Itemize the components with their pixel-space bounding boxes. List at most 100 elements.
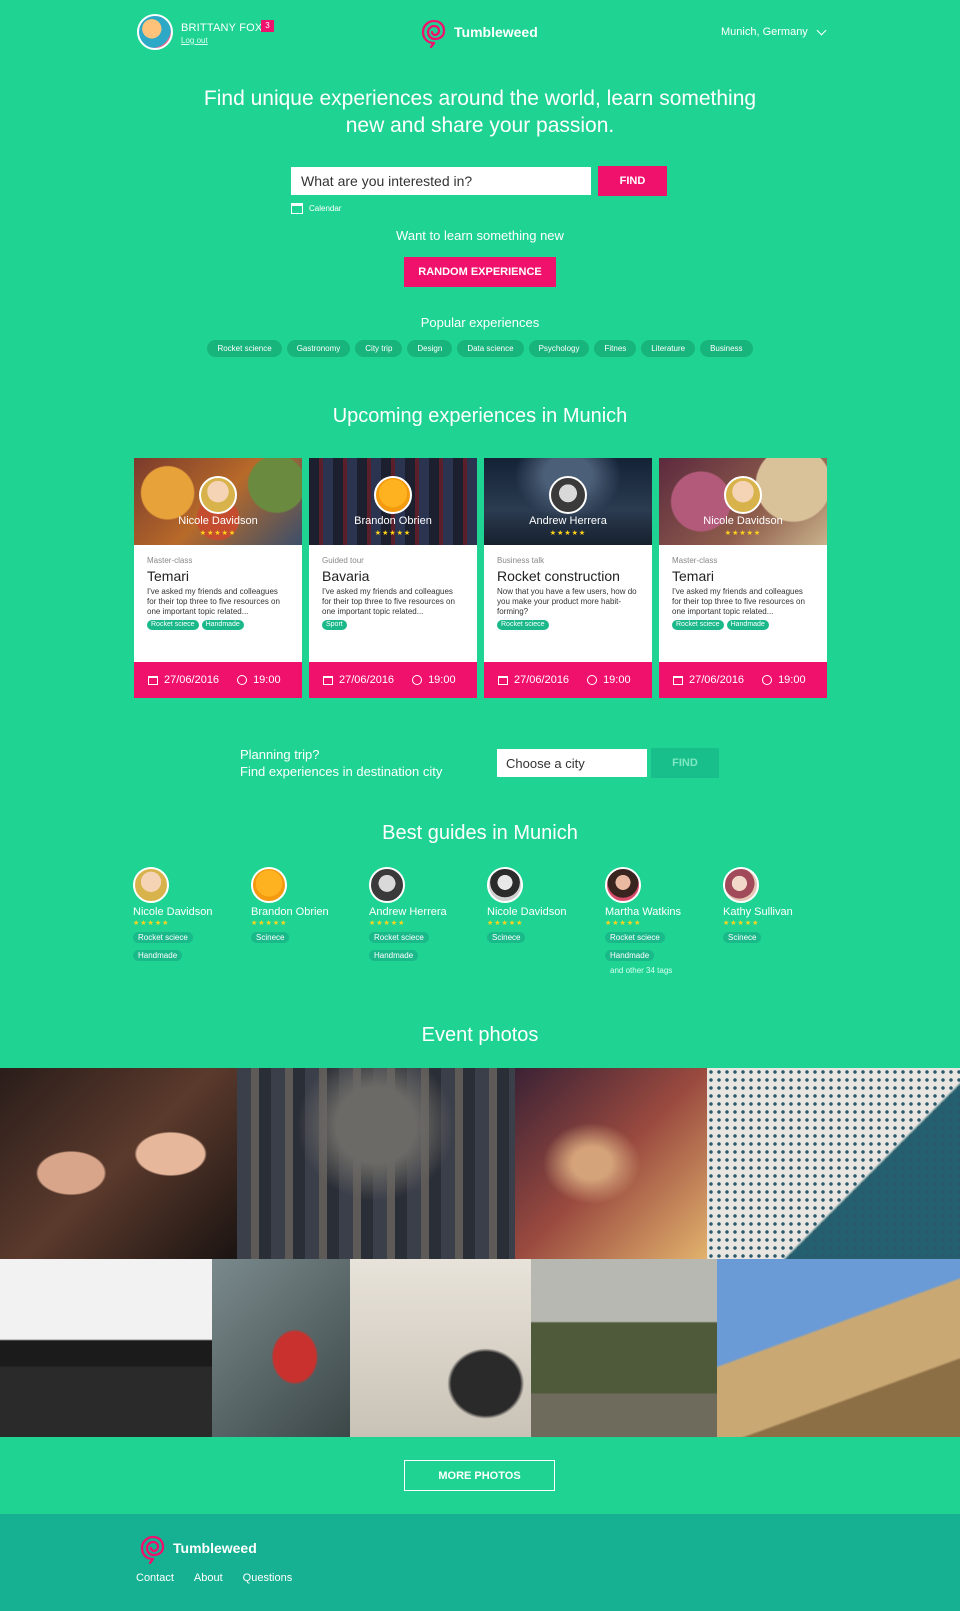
experience-card[interactable]: Brandon Obrien ★★★★★ Guided tour Bavaria… [309, 458, 477, 698]
popular-tag[interactable]: City trip [355, 340, 403, 357]
footer-link-questions[interactable]: Questions [243, 1572, 293, 1584]
footer-logo[interactable]: Tumbleweed [137, 1532, 257, 1564]
card-title[interactable]: Bavaria [322, 569, 464, 584]
header: BRITTANY FOX Log out 3 Tumbleweed Munich… [0, 0, 960, 66]
experience-card[interactable]: Nicole Davidson ★★★★★ Master-class Temar… [659, 458, 827, 698]
card-title[interactable]: Rocket construction [497, 569, 639, 584]
calendar-toggle[interactable]: Calendar [291, 203, 341, 214]
location-select[interactable]: Munich, Germany [721, 25, 827, 38]
event-photo[interactable] [707, 1068, 960, 1259]
logout-link[interactable]: Log out [181, 36, 262, 45]
card-title[interactable]: Temari [147, 569, 289, 584]
card-title[interactable]: Temari [672, 569, 814, 584]
more-photos-button[interactable]: MORE PHOTOS [404, 1460, 555, 1491]
random-experience-button[interactable]: RANDOM EXPERIENCE [404, 257, 556, 287]
popular-tag[interactable]: Rocket science [207, 340, 282, 357]
event-photo[interactable] [212, 1259, 350, 1437]
event-photo[interactable] [237, 1068, 515, 1259]
guide-name[interactable]: Brandon Obrien [251, 906, 369, 918]
guide-name[interactable]: Nicole Davidson [133, 906, 251, 918]
footer-link-contact[interactable]: Contact [136, 1572, 174, 1584]
event-photo[interactable] [0, 1068, 237, 1259]
calendar-icon [323, 675, 333, 685]
host-name[interactable]: Brandon Obrien [309, 515, 477, 527]
guide-avatar[interactable] [723, 867, 759, 903]
guide-avatar[interactable] [133, 867, 169, 903]
guide-tag[interactable]: Rocket sciece [369, 932, 429, 943]
guide-avatar[interactable] [251, 867, 287, 903]
guide-avatar[interactable] [487, 867, 523, 903]
rating-stars: ★★★★★ [549, 530, 587, 537]
card-image: Nicole Davidson ★★★★★ [134, 458, 302, 545]
guide-name[interactable]: Kathy Sullivan [723, 906, 841, 918]
guide-tag[interactable]: Scinece [487, 932, 526, 943]
avatar[interactable] [137, 14, 173, 50]
card-description: I've asked my friends and colleagues for… [672, 587, 805, 616]
guide-tag[interactable]: Handmade [369, 950, 419, 961]
guide-item[interactable]: Martha Watkins ★★★★★ Rocket sciece Handm… [605, 867, 723, 975]
host-avatar[interactable] [549, 476, 587, 514]
guide-name[interactable]: Nicole Davidson [487, 906, 605, 918]
guide-tag[interactable]: Scinece [723, 932, 762, 943]
guide-tag[interactable]: Handmade [133, 950, 183, 961]
host-avatar[interactable] [374, 476, 412, 514]
experience-card[interactable]: Andrew Herrera ★★★★★ Business talk Rocke… [484, 458, 652, 698]
host-name[interactable]: Andrew Herrera [484, 515, 652, 527]
popular-tag[interactable]: Fitnes [594, 340, 637, 357]
find-button[interactable]: FIND [598, 166, 667, 196]
popular-tag[interactable]: Literature [641, 340, 696, 357]
guide-item[interactable]: Nicole Davidson ★★★★★ Rocket sciece Hand… [133, 867, 251, 975]
city-input[interactable] [497, 749, 647, 777]
guide-item[interactable]: Andrew Herrera ★★★★★ Rocket sciece Handm… [369, 867, 487, 975]
popular-tag[interactable]: Data science [457, 340, 524, 357]
upcoming-title: Upcoming experiences in Munich [332, 405, 628, 427]
popular-tag[interactable]: Design [407, 340, 453, 357]
logo[interactable]: Tumbleweed [418, 16, 538, 48]
guide-tag[interactable]: Rocket sciece [133, 932, 193, 943]
event-photo[interactable] [717, 1259, 960, 1437]
popular-tag[interactable]: Psychology [528, 340, 590, 357]
card-tag[interactable]: Handmade [201, 620, 244, 630]
calendar-icon [498, 675, 508, 685]
footer-link-about[interactable]: About [194, 1572, 223, 1584]
card-time: 19:00 [428, 674, 456, 686]
popular-tag[interactable]: Gastronomy [286, 340, 351, 357]
experience-card[interactable]: Nicole Davidson ★★★★★ Master-class Temar… [134, 458, 302, 698]
guide-avatar[interactable] [605, 867, 641, 903]
experience-cards: Nicole Davidson ★★★★★ Master-class Temar… [134, 458, 827, 698]
card-date: 27/06/2016 [514, 674, 570, 686]
guide-name[interactable]: Martha Watkins [605, 906, 723, 918]
card-tag[interactable]: Rocket sciece [672, 620, 724, 630]
guide-item[interactable]: Nicole Davidson ★★★★★ Scinece [487, 867, 605, 975]
more-tags-link[interactable]: and other 34 tags [610, 966, 723, 975]
popular-tag[interactable]: Business [700, 340, 753, 357]
clock-icon [587, 675, 598, 685]
user-name[interactable]: BRITTANY FOX [181, 22, 262, 34]
city-find-button[interactable]: FIND [651, 748, 719, 778]
guide-name[interactable]: Andrew Herrera [369, 906, 487, 918]
card-tag[interactable]: Rocket sciece [147, 620, 199, 630]
photos-title: Event photos [421, 1024, 539, 1046]
event-photo[interactable] [350, 1259, 531, 1437]
host-name[interactable]: Nicole Davidson [134, 515, 302, 527]
guide-avatar[interactable] [369, 867, 405, 903]
rating-stars: ★★★★★ [605, 920, 642, 927]
user-menu[interactable]: BRITTANY FOX Log out [137, 14, 262, 50]
guide-tag[interactable]: Handmade [605, 950, 655, 961]
guide-item[interactable]: Kathy Sullivan ★★★★★ Scinece [723, 867, 841, 975]
card-tag[interactable]: Sport [322, 620, 347, 630]
notification-badge[interactable]: 3 [261, 20, 274, 32]
search-input[interactable] [291, 167, 591, 195]
host-avatar[interactable] [199, 476, 237, 514]
card-tag[interactable]: Handmade [726, 620, 769, 630]
event-photo[interactable] [0, 1259, 212, 1437]
host-avatar[interactable] [724, 476, 762, 514]
guide-item[interactable]: Brandon Obrien ★★★★★ Scinece [251, 867, 369, 975]
event-photo[interactable] [531, 1259, 717, 1437]
calendar-icon [291, 203, 303, 214]
host-name[interactable]: Nicole Davidson [659, 515, 827, 527]
event-photo[interactable] [515, 1068, 707, 1259]
card-tag[interactable]: Rocket sciece [497, 620, 549, 630]
guide-tag[interactable]: Rocket sciece [605, 932, 665, 943]
guide-tag[interactable]: Scinece [251, 932, 290, 943]
